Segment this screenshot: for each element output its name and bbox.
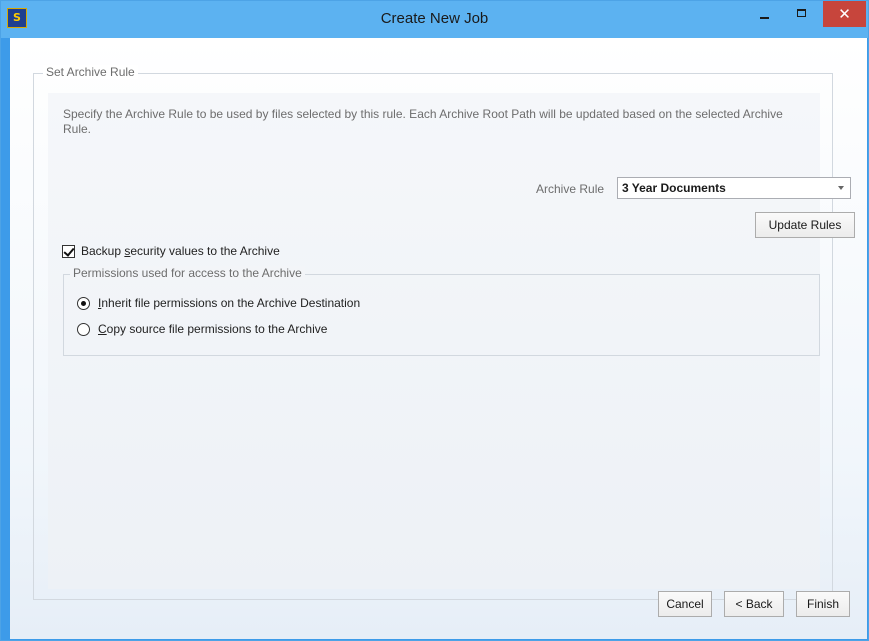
dropdown-arrow-icon xyxy=(838,186,844,190)
archive-rule-dropdown[interactable]: 3 Year Documents xyxy=(617,177,851,199)
permissions-group-label: Permissions used for access to the Archi… xyxy=(70,266,305,280)
close-icon: ✕ xyxy=(838,5,851,23)
window-title: Create New Job xyxy=(380,10,489,27)
radio-copy-label: Copy source file permissions to the Arch… xyxy=(98,322,328,336)
radio-inherit-label: Inherit file permissions on the Archive … xyxy=(98,296,361,310)
permissions-group: Permissions used for access to the Archi… xyxy=(63,266,820,356)
finish-button[interactable]: Finish xyxy=(796,591,850,617)
back-button[interactable]: < Back xyxy=(724,591,784,617)
backup-security-label: Backup security values to the Archive xyxy=(81,244,280,258)
title-bar[interactable]: S Create New Job ✕ xyxy=(1,1,868,38)
group-label: Set Archive Rule xyxy=(43,65,138,79)
maximize-icon xyxy=(797,9,806,17)
close-button[interactable]: ✕ xyxy=(823,1,866,27)
radio-button[interactable] xyxy=(77,297,90,310)
update-rules-button[interactable]: Update Rules xyxy=(755,212,855,238)
description-text: Specify the Archive Rule to be used by f… xyxy=(63,107,783,136)
minimize-icon xyxy=(760,17,769,19)
backup-security-checkbox[interactable] xyxy=(62,245,75,258)
set-archive-rule-group: Set Archive Rule Specify the Archive Rul… xyxy=(33,65,855,600)
radio-button[interactable] xyxy=(77,323,90,336)
cancel-button[interactable]: Cancel xyxy=(658,591,712,617)
minimize-button[interactable] xyxy=(748,1,780,29)
archive-rule-value: 3 Year Documents xyxy=(622,181,726,195)
create-job-window: S Create New Job ✕ Set Archive Rule Spec… xyxy=(0,0,869,641)
dialog-body: Set Archive Rule Specify the Archive Rul… xyxy=(10,38,867,639)
radio-dot-icon xyxy=(81,301,86,306)
checkmark-icon xyxy=(63,245,75,257)
maximize-button[interactable] xyxy=(786,1,818,29)
archive-rule-label: Archive Rule xyxy=(536,182,605,196)
